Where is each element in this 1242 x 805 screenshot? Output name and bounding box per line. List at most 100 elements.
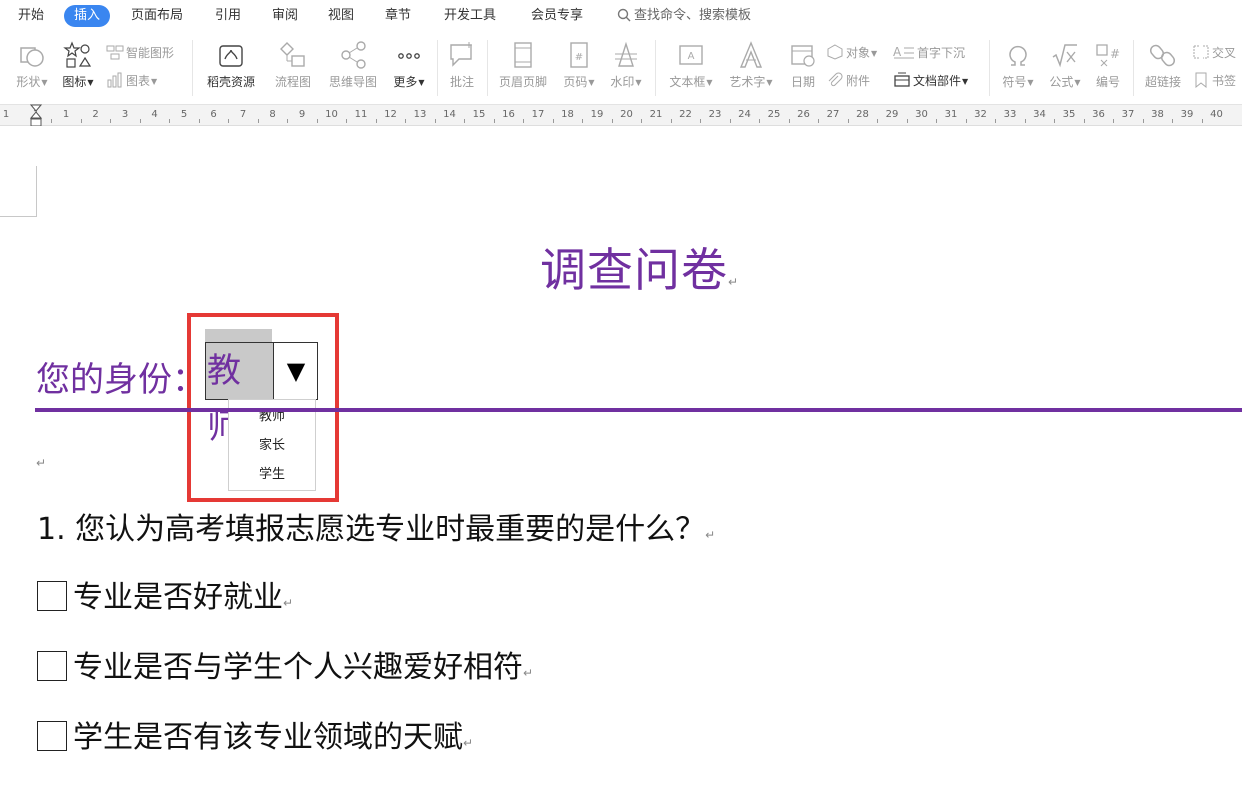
watermark-label: 水印 [610, 75, 635, 89]
ruler-number: 36 [1092, 109, 1105, 120]
watermark-button[interactable]: 水印▼ [604, 40, 648, 91]
ruler-tick [51, 119, 53, 123]
ruler-number: 14 [443, 109, 456, 120]
ruler-number: 37 [1121, 109, 1135, 120]
ruler-tick [1054, 119, 1056, 123]
ruler-number: 9 [298, 109, 306, 120]
tab-developer[interactable]: 开发工具 [444, 6, 496, 26]
ruler-tick [375, 119, 377, 123]
chart-button[interactable]: 图表▼ [106, 72, 157, 90]
numbering-button[interactable]: # 编号 [1090, 40, 1126, 90]
tab-insert[interactable]: 插入 [64, 5, 111, 27]
page-margin-corner [0, 166, 37, 217]
more-icon [398, 53, 420, 59]
flowchart-button[interactable]: 流程图 [268, 40, 318, 90]
document-page[interactable]: 调查问卷↵ 您的身份： 教师 ▼ 教师 家长 学生 ↵ 1. 您认为高考填报志愿… [0, 126, 1242, 805]
daoke-resources-button[interactable]: 稻壳资源 [200, 40, 262, 90]
ruler-number: 32 [974, 109, 987, 120]
hyperlink-button[interactable]: 超链接 [1140, 40, 1186, 90]
tab-references[interactable]: 引用 [215, 6, 241, 26]
comment-button[interactable]: 批注 [444, 40, 480, 90]
date-button[interactable]: 日期 [786, 40, 820, 90]
ruler-tick [877, 119, 879, 123]
search-icon [617, 8, 631, 22]
identity-label: 您的身份： [36, 360, 206, 400]
mindmap-button[interactable]: 思维导图 [322, 40, 384, 90]
page-number-icon: # [570, 42, 588, 68]
option-3-checkbox[interactable] [37, 721, 67, 751]
ruler-number: 10 [325, 109, 338, 120]
ruler-number: 25 [767, 109, 781, 120]
command-search[interactable]: 查找命令、搜索模板 [617, 6, 751, 26]
ruler-number: 8 [269, 109, 276, 120]
dropcap-button[interactable]: A 首字下沉 [893, 44, 965, 62]
ruler-tick [670, 119, 672, 123]
ruler-tick [405, 119, 407, 123]
tab-chapter[interactable]: 章节 [385, 6, 411, 26]
toolbar-separator [1133, 40, 1134, 96]
ruler-number: 18 [561, 109, 574, 120]
option-2-checkbox[interactable] [37, 651, 67, 681]
formula-icon [1052, 44, 1077, 68]
doc-parts-button[interactable]: 文档部件▼ [893, 72, 968, 90]
command-search-label: 查找命令、搜索模板 [634, 8, 752, 23]
textbox-icon: A [679, 45, 703, 65]
paragraph-mark: ↵ [283, 596, 294, 610]
numbering-label: 编号 [1095, 75, 1120, 89]
tab-review[interactable]: 审阅 [272, 6, 298, 26]
ruler-number: 15 [472, 109, 486, 120]
attachment-button[interactable]: 附件 [826, 72, 870, 90]
textbox-button[interactable]: A 文本框▼ [664, 40, 718, 91]
ruler-tick [641, 119, 643, 123]
smart-graphic-label: 智能图形 [126, 46, 175, 60]
ruler-number: 40 [1210, 109, 1223, 120]
indent-marker-icon[interactable] [30, 104, 42, 128]
page-number-button[interactable]: # 页码▼ [558, 40, 600, 91]
daoke-label: 稻壳资源 [206, 75, 255, 89]
ruler-number: 20 [620, 109, 633, 120]
question-1-text: 1. 您认为高考填报志愿选专业时最重要的是什么？ [37, 512, 706, 547]
tab-start[interactable]: 开始 [18, 6, 44, 26]
tab-view[interactable]: 视图 [328, 6, 354, 26]
ruler-tick [611, 119, 613, 123]
header-footer-button[interactable]: 页眉页脚 [494, 40, 552, 90]
ruler-tick [228, 119, 230, 123]
toolbar-separator [437, 40, 438, 96]
toolbar-separator [989, 40, 990, 96]
ruler-number: 1 [2, 109, 10, 120]
ruler-tick [80, 119, 82, 123]
ruler-number: 22 [679, 109, 692, 120]
ruler-number: 24 [738, 109, 751, 120]
horizontal-ruler[interactable]: 1112345678910111213141516171819202122232… [0, 104, 1242, 126]
svg-text:A: A [688, 51, 695, 62]
paragraph-mark: ↵ [523, 666, 534, 680]
wordart-button[interactable]: 艺术字▼ [724, 40, 778, 91]
option-1-text: 专业是否好就业 [73, 580, 283, 615]
textbox-label: 文本框 [669, 75, 706, 89]
ruler-number: 21 [649, 109, 663, 120]
symbol-button[interactable]: 符号▼ [997, 40, 1039, 91]
ruler-number: 38 [1151, 109, 1164, 120]
formula-button[interactable]: 公式▼ [1044, 40, 1086, 91]
ruler-tick [936, 119, 938, 123]
ruler-number: 19 [590, 109, 604, 120]
tab-member[interactable]: 会员专享 [531, 6, 583, 26]
ruler-tick [1024, 119, 1026, 123]
more-button[interactable]: 更多▼ [388, 40, 430, 91]
shape-button[interactable]: 形状▼ [10, 40, 54, 91]
object-button[interactable]: 对象▼ [826, 44, 877, 62]
tab-page-layout[interactable]: 页面布局 [131, 6, 183, 26]
crossref-button[interactable]: 交叉 [1192, 44, 1236, 62]
icons-button[interactable]: 图标▼ [58, 40, 98, 91]
ruler-tick [818, 119, 820, 123]
bookmark-button[interactable]: 书签 [1192, 72, 1236, 90]
symbol-label: 符号 [1002, 75, 1027, 89]
icon-library-icon [63, 41, 92, 68]
insert-ribbon: 形状▼ 图标▼ 智能图形 图表▼ 稻壳资源 流程图 思维导图 更多▼ 批注 页眉… [0, 32, 1242, 104]
smart-graphic-button[interactable]: 智能图形 [106, 44, 174, 62]
toolbar-separator [192, 40, 193, 96]
option-1-checkbox[interactable] [37, 581, 67, 611]
ruler-tick [523, 119, 525, 123]
calendar-icon [791, 45, 815, 67]
header-footer-icon [514, 42, 532, 68]
